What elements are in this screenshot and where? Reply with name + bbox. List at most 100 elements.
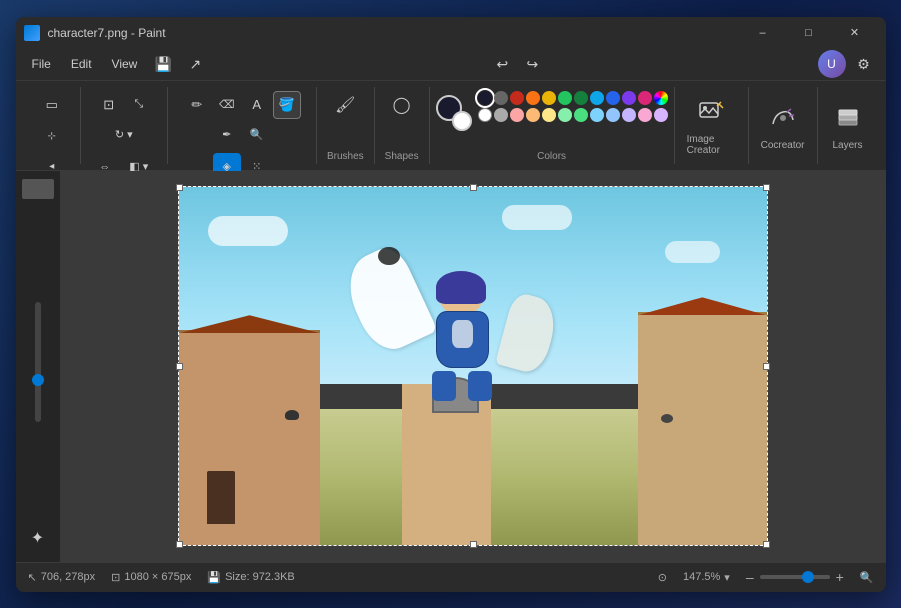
crop-button[interactable]: ⊡ bbox=[95, 91, 123, 119]
undo-button[interactable]: ↩ bbox=[488, 50, 516, 78]
colors-label: Colors bbox=[537, 151, 566, 164]
menu-file[interactable]: File bbox=[24, 53, 59, 75]
shapes-selector[interactable]: ◯ bbox=[388, 91, 416, 119]
color-swatch-lightyellow[interactable] bbox=[542, 108, 556, 122]
left-toolbar: ✦ bbox=[16, 171, 61, 562]
selection-rect-button[interactable]: ▭ bbox=[38, 91, 66, 119]
char-chest bbox=[452, 320, 472, 348]
color-swatch-darkgreen[interactable] bbox=[574, 91, 588, 105]
char-body bbox=[436, 311, 489, 368]
cursor-position: ↖ 706, 278px bbox=[28, 571, 96, 584]
color-swatch-lilac[interactable] bbox=[654, 108, 668, 122]
color-swatch-lightpink[interactable] bbox=[638, 108, 652, 122]
color-swatch-orange[interactable] bbox=[526, 91, 540, 105]
zoom-thumb[interactable] bbox=[802, 571, 814, 583]
selection-free-button[interactable]: ⊹ bbox=[38, 123, 66, 151]
toolbar-group-image-creator[interactable]: Image Creator bbox=[675, 87, 749, 164]
zoom-in-button[interactable]: + bbox=[836, 569, 844, 585]
color-swatch-lavender[interactable] bbox=[622, 108, 636, 122]
text-button[interactable]: A bbox=[243, 91, 271, 119]
color-swatch-silver[interactable] bbox=[494, 108, 508, 122]
cloud-2 bbox=[502, 205, 572, 230]
color-swatch-lightred[interactable] bbox=[510, 108, 524, 122]
brush-size-thumb[interactable] bbox=[32, 374, 44, 386]
settings-button[interactable]: ⚙ bbox=[850, 50, 878, 78]
toolbar-group-cocreator[interactable]: Cocreator bbox=[749, 87, 818, 164]
color-swatch-green[interactable] bbox=[558, 91, 572, 105]
toolbar-group-image: ⊡ ⤡ ↻ ▾ ⇔ ◧ ▾ Image bbox=[81, 87, 168, 164]
left-toolbar-handle bbox=[22, 179, 54, 199]
resize-button[interactable]: ⤡ bbox=[125, 91, 153, 119]
color-swatch-red[interactable] bbox=[510, 91, 524, 105]
toolbar-group-shapes: ◯ Shapes bbox=[375, 87, 430, 164]
bird bbox=[378, 247, 400, 265]
maximize-button[interactable]: □ bbox=[786, 17, 832, 49]
zoom-level: 147.5% ▾ bbox=[683, 571, 730, 584]
canvas-resize-icon: ⊡ bbox=[111, 571, 120, 584]
canvas-container[interactable] bbox=[61, 171, 886, 562]
color-swatch-purple[interactable] bbox=[622, 91, 636, 105]
color-swatch-lightgreen[interactable] bbox=[558, 108, 572, 122]
color-swatch-blue[interactable] bbox=[606, 91, 620, 105]
close-button[interactable]: ✕ bbox=[832, 17, 878, 49]
image-creator-label: Image Creator bbox=[687, 134, 736, 156]
file-size-item: 💾 Size: 972.3KB bbox=[207, 571, 294, 584]
toolbar-group-layers[interactable]: Layers bbox=[818, 87, 878, 164]
save-button[interactable]: 💾 bbox=[149, 50, 177, 78]
toolbar-group-selection: ▭ ⊹ ◂ Selection bbox=[24, 87, 81, 164]
building-right bbox=[638, 312, 767, 545]
fit-view-button[interactable]: ⊙ bbox=[658, 571, 667, 584]
color-swatch-sky[interactable] bbox=[590, 108, 604, 122]
rotate-button[interactable]: ↻ ▾ bbox=[106, 121, 142, 149]
color-swatch-yellow[interactable] bbox=[542, 91, 556, 105]
canvas[interactable] bbox=[178, 186, 768, 546]
shapes-label: Shapes bbox=[385, 151, 419, 164]
color-swatch-periwinkle[interactable] bbox=[606, 108, 620, 122]
status-bar: ↖ 706, 278px ⊡ 1080 × 675px 💾 Size: 972.… bbox=[16, 562, 886, 592]
magnify-button[interactable]: 🔍 bbox=[243, 121, 271, 149]
toolbar-group-tools: ✏ ⌫ A 🪣 ✒ 🔍 ◈ ⁙ Tools bbox=[168, 87, 317, 164]
color-swatch-lightorange[interactable] bbox=[526, 108, 540, 122]
image-creator-icon bbox=[693, 94, 729, 130]
brush-size-track[interactable] bbox=[35, 302, 41, 422]
main-area: ✦ bbox=[16, 171, 886, 562]
leg-left bbox=[432, 371, 456, 401]
menu-view[interactable]: View bbox=[104, 53, 146, 75]
canvas-wrapper bbox=[178, 186, 768, 546]
color-swatch-gray[interactable] bbox=[494, 91, 508, 105]
toolbar-group-colors: Colors bbox=[430, 87, 675, 164]
brushes-selector[interactable]: 🖌 bbox=[327, 91, 363, 119]
color-swatch-rainbow[interactable] bbox=[654, 91, 668, 105]
zoom-slider-area: – + bbox=[746, 569, 844, 585]
minimize-button[interactable]: – bbox=[740, 17, 786, 49]
eraser-button[interactable]: ⌫ bbox=[213, 91, 241, 119]
zoom-fit-button[interactable]: 🔍 bbox=[860, 571, 874, 584]
building-left bbox=[179, 330, 320, 545]
window-title: character7.png - Paint bbox=[48, 26, 740, 40]
color-swatch-black[interactable] bbox=[478, 91, 492, 105]
cursor-icon: ↖ bbox=[28, 571, 37, 584]
background-color[interactable] bbox=[452, 111, 472, 131]
menu-actions: 💾 ↗ bbox=[149, 50, 209, 78]
cocreator-icon bbox=[765, 100, 801, 136]
share-button[interactable]: ↗ bbox=[181, 50, 209, 78]
cloud-3 bbox=[665, 241, 720, 263]
pencil-button[interactable]: ✏ bbox=[183, 91, 211, 119]
toolbar-group-brushes: 🖌 Brushes bbox=[317, 87, 375, 164]
fill-button[interactable]: 🪣 bbox=[273, 91, 301, 119]
colorpicker-button[interactable]: ✒ bbox=[213, 121, 241, 149]
bird-ground-1 bbox=[285, 410, 299, 420]
color-swatch-mint[interactable] bbox=[574, 108, 588, 122]
color-swatch-white[interactable] bbox=[478, 108, 492, 122]
color-swatch-pink[interactable] bbox=[638, 91, 652, 105]
redo-button[interactable]: ↪ bbox=[518, 50, 546, 78]
brush-size-slider-area bbox=[35, 207, 41, 518]
zoom-dropdown-icon[interactable]: ▾ bbox=[724, 571, 730, 584]
color-selector[interactable] bbox=[436, 95, 472, 131]
user-avatar[interactable]: U bbox=[818, 50, 846, 78]
zoom-out-button[interactable]: – bbox=[746, 569, 754, 585]
menu-edit[interactable]: Edit bbox=[63, 53, 100, 75]
zoom-track[interactable] bbox=[760, 575, 830, 579]
left-tool-extra[interactable]: ✦ bbox=[22, 522, 54, 554]
color-swatch-lightblue[interactable] bbox=[590, 91, 604, 105]
